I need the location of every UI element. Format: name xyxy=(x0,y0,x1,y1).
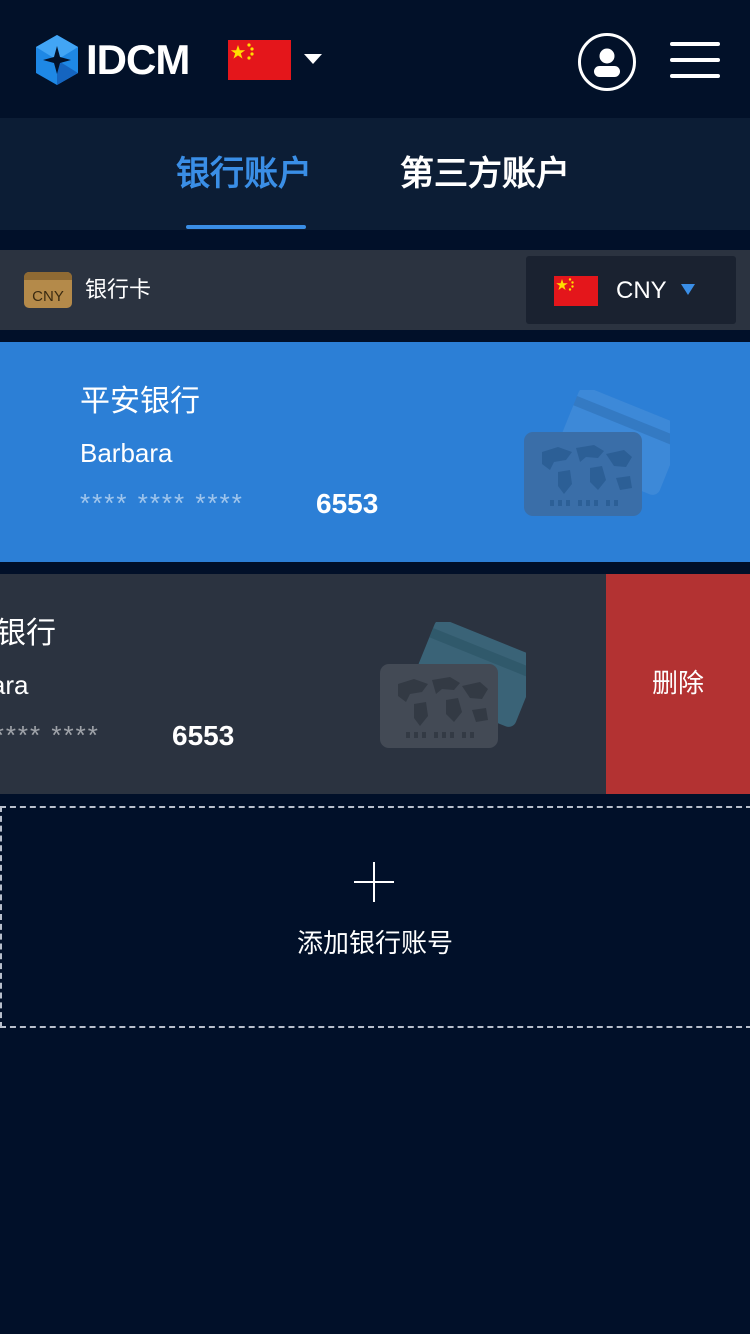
plus-vertical xyxy=(373,862,375,902)
card-type-label: 银行卡 xyxy=(85,278,152,303)
china-flag-icon xyxy=(554,276,598,306)
plus-icon xyxy=(354,862,394,902)
card-icon-text: CNY xyxy=(32,288,64,305)
active-tab-indicator xyxy=(186,225,306,229)
user-account-button[interactable] xyxy=(578,33,636,91)
bank-account-card[interactable]: 平安银行 Barbara **** **** **** 6553 xyxy=(0,574,606,794)
region-dropdown-caret-icon[interactable] xyxy=(304,54,322,64)
account-tabs xyxy=(0,118,750,230)
currency-value[interactable]: CNY xyxy=(616,276,667,306)
bank-name: 平安银行 xyxy=(0,616,56,651)
world-card-icon xyxy=(380,622,526,748)
bank-name: 平安银行 xyxy=(80,384,200,419)
user-icon xyxy=(594,48,620,77)
card-last-four: 6553 xyxy=(172,720,235,751)
idcm-logo-icon[interactable] xyxy=(34,34,80,86)
bank-account-card[interactable]: 平安银行 Barbara **** **** **** 6553 xyxy=(0,342,750,562)
card-last-four: 6553 xyxy=(316,488,379,519)
menu-bar-icon xyxy=(670,42,720,46)
add-bank-account-button[interactable] xyxy=(0,806,750,1028)
add-bank-account-label: 添加银行账号 xyxy=(296,929,453,959)
masked-card-number: **** **** **** xyxy=(80,488,244,518)
delete-label: 删除 xyxy=(651,669,704,699)
masked-card-number: **** **** **** xyxy=(0,720,100,750)
account-holder: Barbara xyxy=(0,670,29,700)
china-flag-icon[interactable] xyxy=(228,40,291,80)
delete-button[interactable]: 删除 xyxy=(606,574,750,794)
brand-name[interactable]: IDCM xyxy=(86,36,190,84)
currency-dropdown-caret-icon[interactable] xyxy=(681,284,695,295)
card-stripe xyxy=(24,272,72,280)
tab-third-party-account[interactable]: 第三方账户 xyxy=(400,150,570,198)
bank-card-icon: CNY xyxy=(24,272,72,308)
account-holder: Barbara xyxy=(80,438,173,468)
menu-bar-icon xyxy=(670,74,720,78)
hamburger-menu-button[interactable] xyxy=(670,40,720,80)
tab-bank-account[interactable]: 银行账户 xyxy=(176,150,312,198)
world-card-icon xyxy=(524,390,670,516)
menu-bar-icon xyxy=(670,58,720,62)
